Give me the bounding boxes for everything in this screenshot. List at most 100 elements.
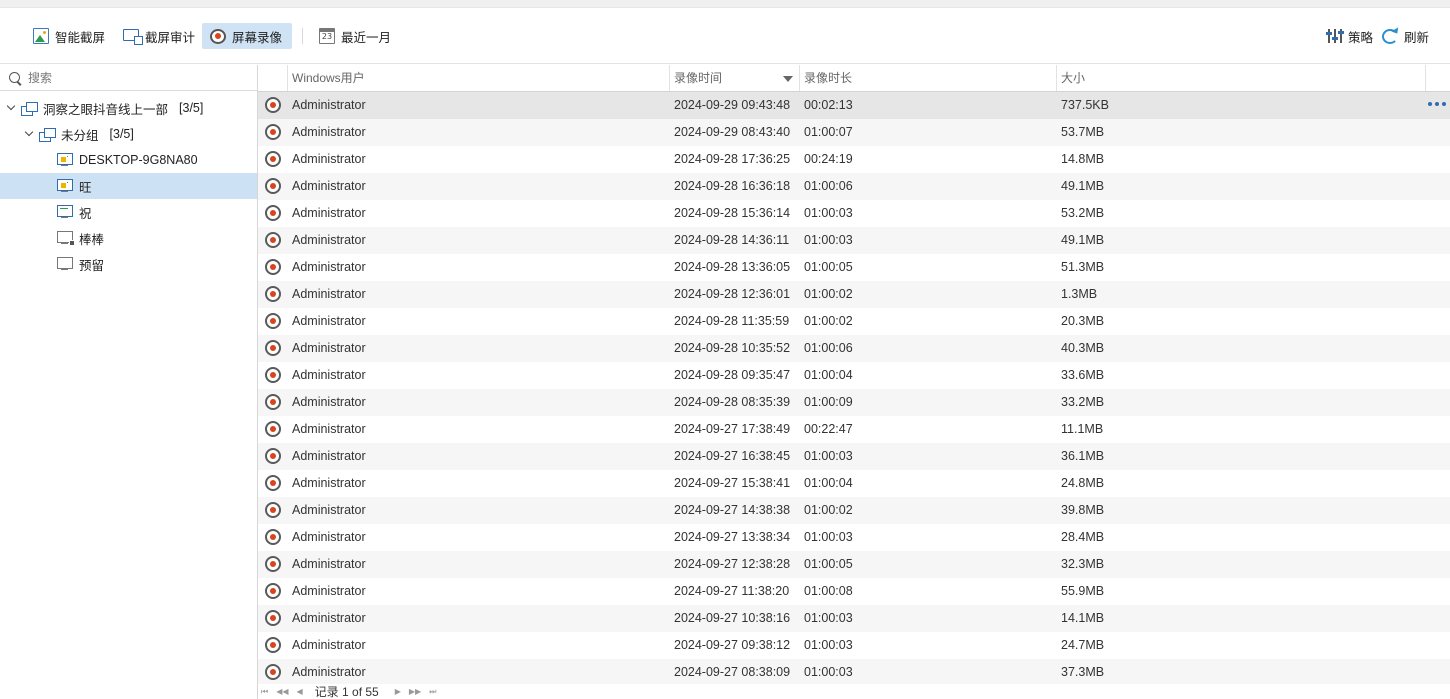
cell-record-time: 2024-09-28 17:36:25: [674, 152, 791, 166]
table-row[interactable]: Administrator 2024-09-28 09:35:47 01:00:04…: [258, 362, 1450, 389]
cell-record-time: 2024-09-27 17:38:49: [674, 422, 791, 436]
cell-user: Administrator: [292, 611, 366, 625]
table-row[interactable]: Administrator 2024-09-27 14:38:38 01:00:02…: [258, 497, 1450, 524]
record-icon[interactable]: [265, 178, 281, 194]
table-row[interactable]: Administrator 2024-09-27 08:38:09 01:00:03…: [258, 659, 1450, 686]
table-row[interactable]: Administrator 2024-09-27 11:38:20 01:00:08…: [258, 578, 1450, 605]
next-page-group-icon[interactable]: ▶▶: [409, 687, 421, 696]
tree-computer-desktop[interactable]: DESKTOP-9G8NA80: [0, 147, 257, 173]
cell-duration: 01:00:03: [804, 530, 853, 544]
first-page-icon[interactable]: ⏮: [261, 687, 268, 697]
record-icon[interactable]: [265, 583, 281, 599]
table-row[interactable]: Administrator 2024-09-27 12:38:28 01:00:05…: [258, 551, 1450, 578]
record-icon[interactable]: [265, 664, 281, 680]
table-row[interactable]: Administrator 2024-09-28 15:36:14 01:00:03…: [258, 200, 1450, 227]
table-row[interactable]: Administrator 2024-09-28 13:36:05 01:00:05…: [258, 254, 1450, 281]
table-row[interactable]: Administrator 2024-09-28 12:36:01 01:00:02…: [258, 281, 1450, 308]
cell-duration: 01:00:07: [804, 125, 853, 139]
date-range-button[interactable]: 23 最近一月: [311, 23, 399, 49]
record-icon[interactable]: [265, 124, 281, 140]
record-icon[interactable]: [265, 448, 281, 464]
record-icon[interactable]: [265, 313, 281, 329]
table-row[interactable]: Administrator 2024-09-27 16:38:45 01:00:03…: [258, 443, 1450, 470]
table-row[interactable]: Administrator 2024-09-28 16:36:18 01:00:06…: [258, 173, 1450, 200]
table-row[interactable]: Administrator 2024-09-28 08:35:39 01:00:09…: [258, 389, 1450, 416]
next-page-icon[interactable]: ▶: [395, 687, 401, 696]
record-icon[interactable]: [265, 232, 281, 248]
chevron-down-icon[interactable]: [24, 129, 34, 139]
record-icon[interactable]: [265, 367, 281, 383]
top-strip: [0, 0, 1450, 8]
cell-record-time: 2024-09-28 16:36:18: [674, 179, 791, 193]
column-header-time-label: 录像时间: [674, 71, 723, 85]
table-row[interactable]: Administrator 2024-09-29 08:43:40 01:00:07…: [258, 119, 1450, 146]
table-row[interactable]: Administrator 2024-09-28 17:36:25 00:24:19…: [258, 146, 1450, 173]
cell-record-time: 2024-09-27 08:38:09: [674, 665, 791, 679]
table-row[interactable]: Administrator 2024-09-28 14:36:11 01:00:03…: [258, 227, 1450, 254]
record-icon[interactable]: [265, 97, 281, 113]
record-icon[interactable]: [265, 394, 281, 410]
tree-computer-reserved[interactable]: 预留: [0, 251, 257, 277]
cell-size: 39.8MB: [1061, 503, 1105, 517]
search-icon: [9, 72, 20, 83]
cell-record-time: 2024-09-28 08:35:39: [674, 395, 791, 409]
tree-node-root[interactable]: 洞察之眼抖音线上一部 [3/5]: [0, 95, 257, 121]
record-icon[interactable]: [265, 259, 281, 275]
previous-page-icon[interactable]: ◀: [297, 687, 303, 696]
record-icon[interactable]: [265, 475, 281, 491]
table-row[interactable]: Administrator 2024-09-29 09:43:48 00:02:13…: [258, 92, 1450, 119]
screen-capture-icon: [123, 29, 143, 45]
cell-user: Administrator: [292, 422, 366, 436]
cell-user: Administrator: [292, 233, 366, 247]
cell-record-time: 2024-09-29 09:43:48: [674, 98, 791, 112]
refresh-label: 刷新: [1404, 30, 1430, 45]
refresh-button[interactable]: 刷新: [1374, 23, 1437, 49]
record-icon[interactable]: [265, 529, 281, 545]
tree-computer-zhu[interactable]: 祝: [0, 199, 257, 225]
capture-audit-button[interactable]: 截屏审计: [115, 23, 203, 49]
computer-label: DESKTOP-9G8NA80: [79, 153, 198, 167]
more-options-icon[interactable]: [1428, 102, 1446, 106]
table-row[interactable]: Administrator 2024-09-27 15:38:41 01:00:04…: [258, 470, 1450, 497]
table-row[interactable]: Administrator 2024-09-27 13:38:34 01:00:03…: [258, 524, 1450, 551]
record-icon[interactable]: [265, 637, 281, 653]
cell-record-time: 2024-09-28 12:36:01: [674, 287, 791, 301]
column-header-duration[interactable]: 录像时长: [799, 65, 1056, 91]
last-page-icon[interactable]: ⏭: [429, 687, 436, 697]
computer-tree-panel: 洞察之眼抖音线上一部 [3/5] 未分组 [3/5] DESKTOP-9G8NA…: [0, 65, 258, 699]
column-header-size[interactable]: 大小: [1056, 65, 1425, 91]
cell-user: Administrator: [292, 395, 366, 409]
record-icon[interactable]: [265, 610, 281, 626]
table-row[interactable]: Administrator 2024-09-27 09:38:12 01:00:03…: [258, 632, 1450, 659]
tree-computer-bangbang[interactable]: 棒棒: [0, 225, 257, 251]
cell-size: 51.3MB: [1061, 260, 1105, 274]
record-icon[interactable]: [265, 421, 281, 437]
computer-online-icon: [57, 204, 73, 220]
column-header-user[interactable]: Windows用户: [287, 65, 669, 91]
cell-user: Administrator: [292, 557, 366, 571]
record-icon[interactable]: [265, 205, 281, 221]
previous-page-group-icon[interactable]: ◀◀: [276, 687, 288, 696]
table-row[interactable]: Administrator 2024-09-27 10:38:16 01:00:03…: [258, 605, 1450, 632]
table-row[interactable]: Administrator 2024-09-28 10:35:52 01:00:06…: [258, 335, 1450, 362]
record-icon[interactable]: [265, 286, 281, 302]
tree-node-group[interactable]: 未分组 [3/5]: [0, 121, 257, 147]
table-row[interactable]: Administrator 2024-09-28 11:35:59 01:00:02…: [258, 308, 1450, 335]
column-header-time[interactable]: 录像时间: [669, 65, 799, 91]
policy-button[interactable]: 策略: [1318, 23, 1381, 49]
chevron-down-icon[interactable]: [6, 103, 16, 113]
search-input[interactable]: [28, 70, 228, 85]
cell-record-time: 2024-09-28 14:36:11: [674, 233, 790, 247]
record-icon[interactable]: [265, 340, 281, 356]
computer-label: 旺: [79, 180, 92, 195]
record-icon[interactable]: [265, 556, 281, 572]
cell-record-time: 2024-09-27 15:38:41: [674, 476, 791, 490]
record-icon[interactable]: [265, 151, 281, 167]
screen-record-button[interactable]: 屏幕录像: [202, 23, 292, 49]
smart-capture-button[interactable]: 智能截屏: [25, 23, 113, 49]
tree-computer-wang[interactable]: 旺: [0, 173, 257, 199]
cell-user: Administrator: [292, 584, 366, 598]
cell-user: Administrator: [292, 530, 366, 544]
record-icon[interactable]: [265, 502, 281, 518]
table-row[interactable]: Administrator 2024-09-27 17:38:49 00:22:47…: [258, 416, 1450, 443]
